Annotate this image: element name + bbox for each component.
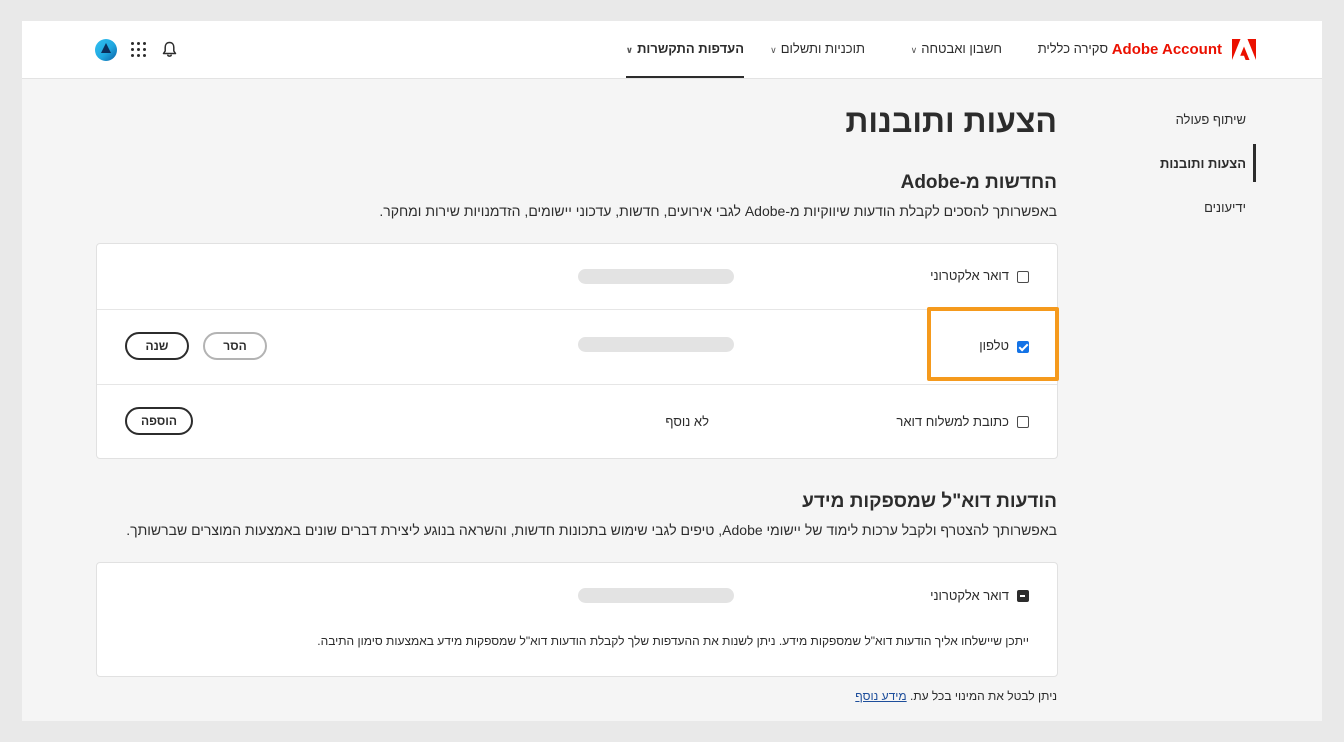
sidebar-active-indicator [1253,144,1256,182]
nav-account-security[interactable]: חשבון ואבטחה∨ [911,21,1002,79]
mailing-address-value: לא נוסף [665,414,709,429]
nav-overview-label: סקירה כללית [1037,41,1108,56]
news-preferences-card: דואר אלקטרוני טלפון הסר שנה כתובת למשלוח… [96,243,1058,459]
top-navigation-bar: Adobe Account סקירה כללית חשבון ואבטחה∨ … [22,21,1322,79]
informative-email-placeholder [578,588,734,603]
nav-plans-payment[interactable]: תוכניות ותשלום∨ [770,21,865,79]
email-label: דואר אלקטרוני [930,268,1009,283]
email-value-placeholder [578,269,734,284]
sidebar-item-newsletters[interactable]: ידיעונים [1204,200,1246,215]
adobe-logo-icon[interactable] [1232,39,1256,61]
chevron-down-icon: ∨ [910,45,918,55]
chevron-down-icon: ∨ [770,45,777,55]
footer-note: ניתן לבטל את המינוי בכל עת. מידע נוסף [855,689,1057,703]
informative-email-checkbox[interactable] [1017,590,1029,602]
row-divider [97,384,1057,385]
informative-email-label: דואר אלקטרוני [930,588,1009,603]
page-title: הצעות ותובנות [845,103,1057,139]
informative-emails-card: דואר אלקטרוני ייתכן שיישלחו אליך הודעות … [96,562,1058,677]
news-heading: החדשות מ-Adobe [900,172,1057,193]
brand-name[interactable]: Adobe Account [1112,41,1222,58]
informative-email-note: ייתכן שיישלחו אליך הודעות דוא"ל שמספקות … [317,634,1029,648]
row-divider [97,309,1057,310]
nav-overview[interactable]: סקירה כללית [1038,21,1108,79]
informative-emails-description: באפשרותך להצטרף ולקבל ערכות לימוד של ייש… [126,522,1057,538]
change-phone-button[interactable]: שנה [125,332,189,360]
nav-communication-preferences-label: העדפות התקשרות [637,41,744,56]
phone-value-placeholder [578,337,734,352]
news-description: באפשרותך להסכים לקבלת הודעות שיווקיות מ-… [379,203,1057,219]
sidebar-item-collaboration[interactable]: שיתוף פעולה [1176,112,1246,127]
apps-grid-icon[interactable] [131,42,146,57]
nav-account-security-label: חשבון ואבטחה [921,41,1002,56]
mailing-address-label: כתובת למשלוח דואר [896,414,1009,429]
add-address-button[interactable]: הוספה [125,407,193,435]
informative-emails-heading: הודעות דוא"ל שמספקות מידע [802,491,1057,512]
highlight-box [927,307,1059,381]
email-checkbox[interactable] [1017,271,1029,283]
remove-phone-button[interactable]: הסר [203,332,267,360]
avatar[interactable] [95,39,117,61]
bell-icon[interactable] [162,41,177,58]
app-window: Adobe Account סקירה כללית חשבון ואבטחה∨ … [22,21,1322,721]
sidebar-item-offers-insights[interactable]: הצעות ותובנות [1160,156,1246,171]
nav-communication-preferences[interactable]: העדפות התקשרות∨ [625,21,744,78]
chevron-down-icon: ∨ [625,45,634,55]
mailing-address-checkbox[interactable] [1017,416,1029,428]
learn-more-link[interactable]: מידע נוסף [855,689,906,703]
footer-note-text: ניתן לבטל את המינוי בכל עת. [909,689,1057,703]
nav-plans-payment-label: תוכניות ותשלום [780,41,865,56]
